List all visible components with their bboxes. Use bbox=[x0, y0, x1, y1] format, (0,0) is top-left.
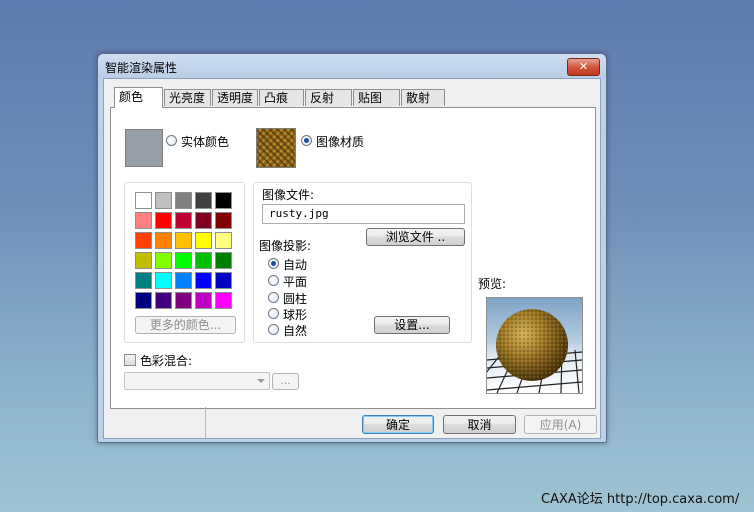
palette-color-cell[interactable] bbox=[195, 252, 212, 269]
image-material-label: 图像材质 bbox=[316, 135, 365, 149]
palette-color-cell[interactable] bbox=[175, 292, 192, 309]
palette-color-cell[interactable] bbox=[195, 212, 212, 229]
palette-color-cell[interactable] bbox=[215, 192, 232, 209]
tab-transparency[interactable]: 透明度 bbox=[212, 89, 258, 106]
close-button[interactable]: ✕ bbox=[567, 58, 600, 76]
palette-color-cell[interactable] bbox=[135, 212, 152, 229]
palette-color-cell[interactable] bbox=[155, 192, 172, 209]
palette-color-cell[interactable] bbox=[215, 272, 232, 289]
color-blend-dropdown[interactable] bbox=[124, 372, 270, 390]
projection-planar-radio[interactable] bbox=[268, 275, 279, 286]
palette-color-cell[interactable] bbox=[155, 232, 172, 249]
material-preview bbox=[486, 297, 583, 394]
projection-auto-label: 自动 bbox=[283, 258, 308, 272]
projection-natural-radio[interactable] bbox=[268, 324, 279, 335]
tab-reflection[interactable]: 反射 bbox=[305, 89, 352, 106]
palette-color-cell[interactable] bbox=[155, 272, 172, 289]
palette-color-cell[interactable] bbox=[135, 272, 152, 289]
tab-bump[interactable]: 凸痕 bbox=[259, 89, 304, 106]
tab-color[interactable]: 颜色 bbox=[114, 87, 163, 108]
palette-color-cell[interactable] bbox=[175, 272, 192, 289]
image-settings-group: 图像文件: rusty.jpg 浏览文件 .. 图像投影: 自动 平面 圆柱 球… bbox=[253, 182, 472, 343]
browse-file-button[interactable]: 浏览文件 .. bbox=[366, 228, 465, 246]
palette-color-cell[interactable] bbox=[195, 272, 212, 289]
palette-color-cell[interactable] bbox=[215, 232, 232, 249]
apply-button[interactable]: 应用(A) bbox=[524, 415, 597, 434]
color-palette-group: 更多的颜色... bbox=[124, 182, 245, 343]
color-blend-checkbox[interactable] bbox=[124, 354, 136, 366]
palette-color-cell[interactable] bbox=[215, 292, 232, 309]
palette-color-cell[interactable] bbox=[175, 252, 192, 269]
footer-divider bbox=[205, 407, 206, 438]
palette-color-cell[interactable] bbox=[155, 292, 172, 309]
projection-cylindrical-label: 圆柱 bbox=[283, 292, 308, 306]
preview-sphere-image bbox=[487, 309, 582, 393]
dialog-body: 颜色 光亮度 透明度 凸痕 反射 贴图 散射 实体颜色 图像材质 更多的颜色..… bbox=[103, 78, 601, 439]
projection-label: 图像投影: bbox=[259, 239, 312, 253]
smart-render-properties-dialog: 智能渲染属性 ✕ 颜色 光亮度 透明度 凸痕 反射 贴图 散射 实体颜色 图像材… bbox=[97, 53, 607, 443]
palette-color-cell[interactable] bbox=[195, 232, 212, 249]
color-blend-label: 色彩混合: bbox=[140, 354, 193, 368]
palette-color-cell[interactable] bbox=[135, 232, 152, 249]
tab-glossiness[interactable]: 光亮度 bbox=[164, 89, 211, 106]
color-blend-ellipsis-button[interactable]: ... bbox=[272, 373, 299, 390]
chevron-down-icon bbox=[257, 379, 265, 383]
projection-cylindrical-radio[interactable] bbox=[268, 292, 279, 303]
ok-button[interactable]: 确定 bbox=[362, 415, 434, 434]
projection-natural-label: 自然 bbox=[283, 324, 308, 338]
palette-color-cell[interactable] bbox=[135, 252, 152, 269]
cancel-button[interactable]: 取消 bbox=[443, 415, 516, 434]
tab-texture-map[interactable]: 贴图 bbox=[353, 89, 400, 106]
forum-watermark: CAXA论坛 http://top.caxa.com/ bbox=[541, 492, 740, 507]
preview-label: 预览: bbox=[478, 277, 507, 291]
solid-color-swatch[interactable] bbox=[125, 129, 163, 167]
tab-scattering[interactable]: 散射 bbox=[401, 89, 445, 106]
palette-color-cell[interactable] bbox=[215, 212, 232, 229]
palette-color-cell[interactable] bbox=[195, 192, 212, 209]
palette-color-cell[interactable] bbox=[175, 232, 192, 249]
projection-spherical-radio[interactable] bbox=[268, 308, 279, 319]
more-colors-button[interactable]: 更多的颜色... bbox=[135, 316, 236, 334]
title-bar[interactable]: 智能渲染属性 ✕ bbox=[98, 54, 606, 78]
color-tab-panel: 实体颜色 图像材质 更多的颜色... 图像文件: rusty.jpg 浏览文件 … bbox=[110, 107, 596, 409]
palette-color-cell[interactable] bbox=[215, 252, 232, 269]
palette-color-cell[interactable] bbox=[135, 192, 152, 209]
projection-planar-label: 平面 bbox=[283, 275, 308, 289]
solid-color-label: 实体颜色 bbox=[181, 135, 230, 149]
projection-spherical-label: 球形 bbox=[283, 308, 308, 322]
settings-button[interactable]: 设置... bbox=[374, 316, 450, 334]
image-file-input[interactable]: rusty.jpg bbox=[262, 204, 465, 224]
image-file-label: 图像文件: bbox=[262, 188, 315, 202]
palette-color-cell[interactable] bbox=[135, 292, 152, 309]
palette-color-cell[interactable] bbox=[155, 212, 172, 229]
palette-color-cell[interactable] bbox=[175, 212, 192, 229]
projection-auto-radio[interactable] bbox=[268, 258, 279, 269]
palette-color-cell[interactable] bbox=[175, 192, 192, 209]
solid-color-radio[interactable] bbox=[166, 135, 177, 146]
window-title: 智能渲染属性 bbox=[105, 61, 178, 75]
image-material-swatch[interactable] bbox=[256, 128, 296, 168]
image-material-radio[interactable] bbox=[301, 135, 312, 146]
palette-color-cell[interactable] bbox=[195, 292, 212, 309]
palette-color-cell[interactable] bbox=[155, 252, 172, 269]
